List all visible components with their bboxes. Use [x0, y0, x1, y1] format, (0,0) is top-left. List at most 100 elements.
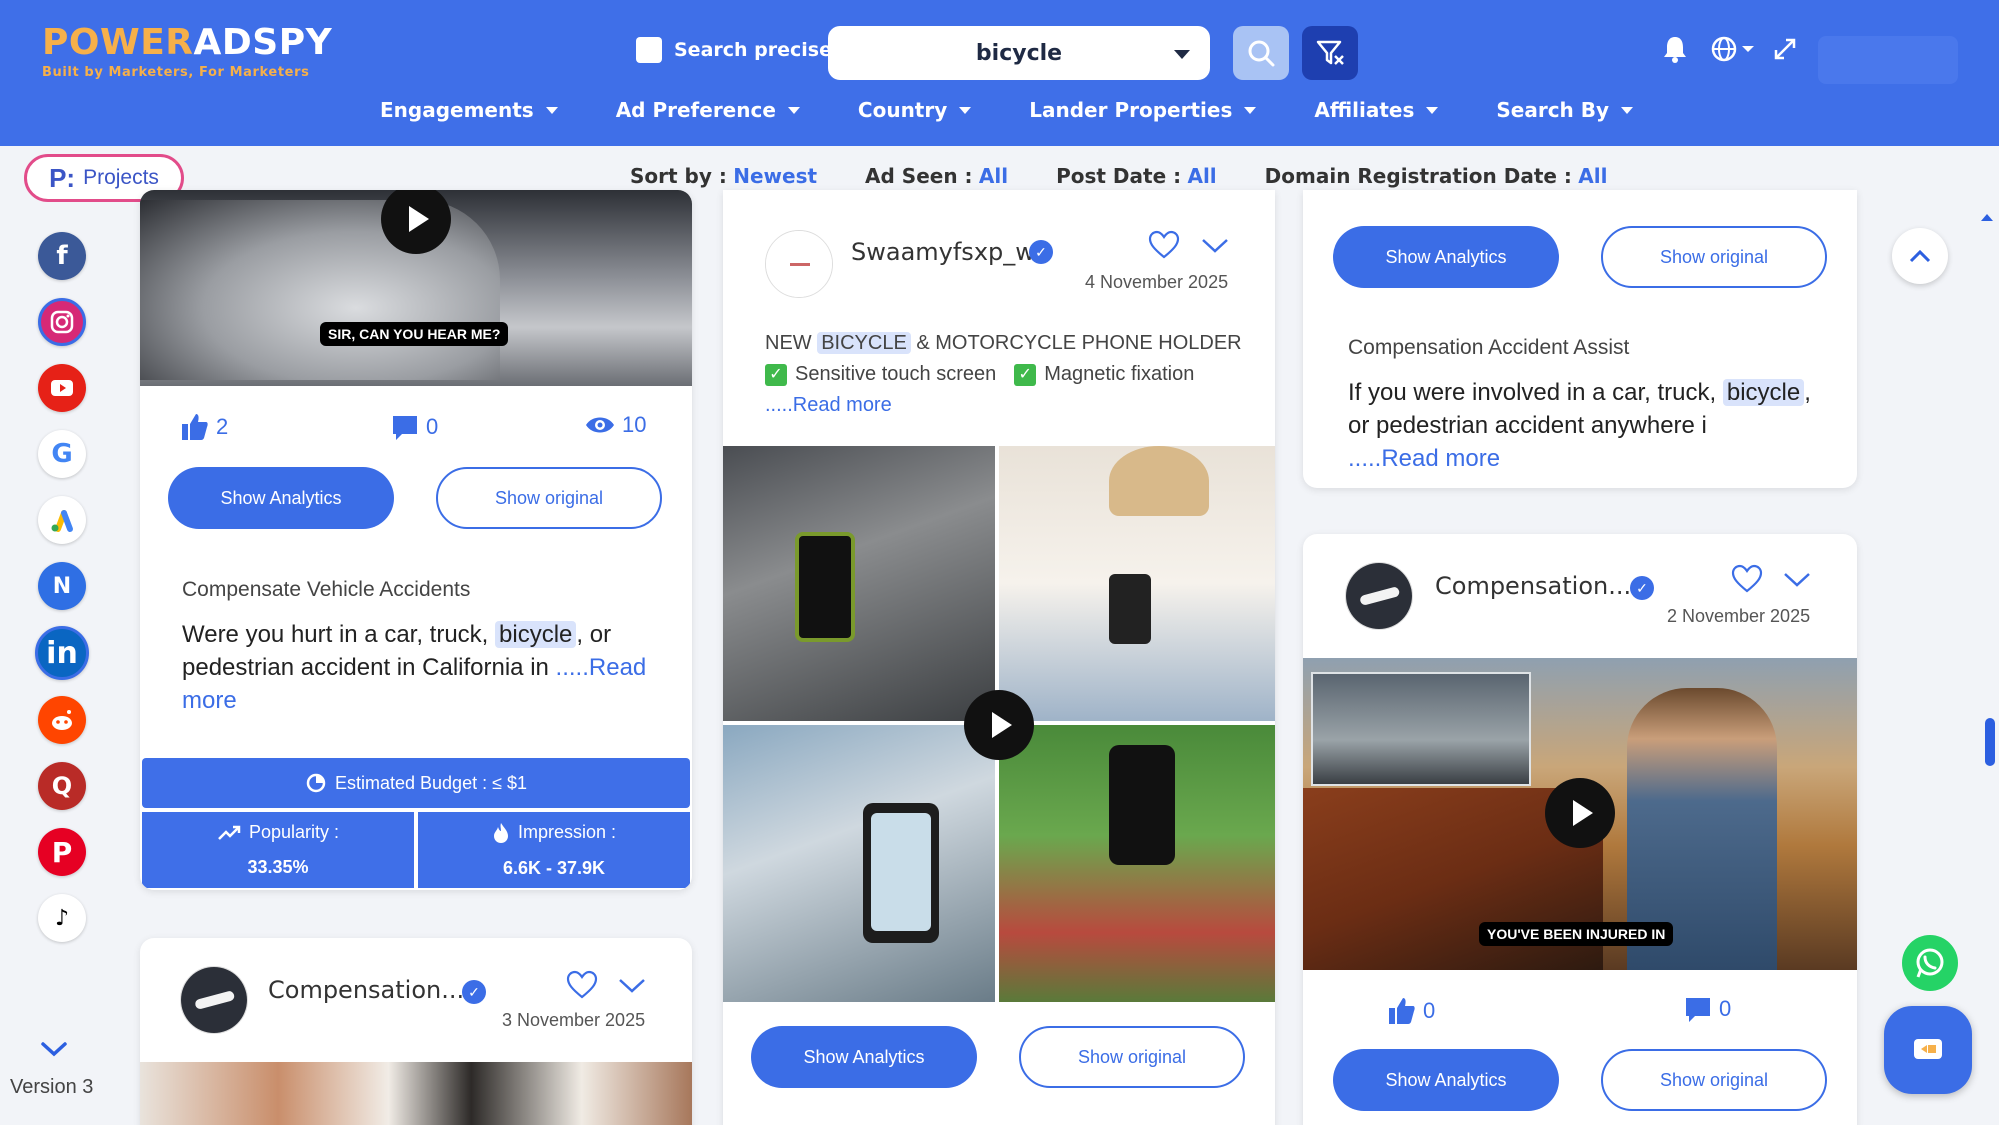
chat-icon [1914, 1039, 1942, 1059]
nav-affiliates[interactable]: Affiliates [1314, 98, 1439, 122]
advertiser-avatar[interactable] [765, 230, 833, 298]
likes-stat: 0 [1387, 996, 1435, 1026]
advertiser-name[interactable]: Compensation... [1435, 572, 1631, 600]
show-original-button[interactable]: Show original [436, 467, 662, 529]
checkmark-icon: ✓ [765, 363, 787, 386]
impression-cell: Impression : 6.6K - 37.9K [418, 812, 690, 888]
domain-registration-label: Domain Registration Date : [1264, 164, 1572, 188]
instagram-icon[interactable] [38, 298, 86, 346]
search-precisely-checkbox[interactable] [636, 37, 662, 63]
top-header: POWERADSPY Built by Marketers, For Marke… [0, 0, 1999, 146]
advertiser-avatar[interactable] [1345, 562, 1413, 630]
show-analytics-button[interactable]: Show Analytics [1333, 226, 1559, 288]
tiktok-icon[interactable]: ♪ [38, 894, 86, 942]
impression-label: Impression : [517, 822, 617, 842]
quora-icon[interactable]: Q [38, 762, 86, 810]
caret-down-icon [787, 106, 800, 114]
bell-icon[interactable] [1662, 34, 1688, 64]
filter-clear-icon [1316, 40, 1344, 65]
show-analytics-button[interactable]: Show Analytics [168, 467, 394, 529]
google-ads-icon[interactable] [38, 496, 86, 544]
verified-badge-icon: ✓ [1630, 576, 1654, 600]
image-tile-road-bike [723, 446, 995, 721]
logo[interactable]: POWERADSPY Built by Marketers, For Marke… [42, 22, 332, 80]
post-date-filter[interactable]: Post Date : All [1056, 164, 1217, 188]
ad-seen-filter[interactable]: Ad Seen : All [865, 164, 1008, 188]
advertiser-avatar[interactable] [180, 966, 248, 1034]
sort-by-label: Sort by : [630, 164, 727, 188]
whatsapp-icon [1916, 948, 1944, 978]
chevron-down-icon[interactable] [618, 978, 646, 994]
user-menu[interactable] [1818, 36, 1958, 84]
page: POWERADSPY Built by Marketers, For Marke… [0, 0, 1999, 1125]
logo-tagline: Built by Marketers, For Marketers [42, 65, 310, 80]
ad-card: SIR, CAN YOU HEAR ME? 2 0 10 Show Analyt… [140, 190, 692, 890]
ad-video-thumbnail[interactable]: YOU'VE BEEN INJURED IN [1303, 658, 1857, 970]
ad-card: Swaamyfsxp_w ✓ 4 November 2025 NEW BICYC… [723, 190, 1275, 1125]
heart-icon[interactable] [566, 970, 598, 1000]
globe-icon[interactable] [1710, 34, 1756, 64]
facebook-icon[interactable]: f [38, 232, 86, 280]
ad-body-segment: NEW [765, 332, 818, 354]
scroll-up-arrow-icon[interactable] [1980, 212, 1994, 222]
show-original-button[interactable]: Show original [1601, 226, 1827, 288]
native-ads-icon[interactable]: N [38, 562, 86, 610]
post-date: 3 November 2025 [502, 1010, 646, 1030]
sort-by-filter[interactable]: Sort by : Newest [630, 164, 817, 188]
thumbs-up-icon [182, 414, 208, 440]
popularity-value: 33.35% [247, 857, 309, 877]
pinterest-icon[interactable]: P [38, 828, 86, 876]
ad-video-thumbnail[interactable]: SIR, CAN YOU HEAR ME? [140, 190, 692, 386]
post-date-value[interactable]: All [1187, 164, 1216, 188]
search-button[interactable] [1233, 26, 1289, 80]
show-analytics-button[interactable]: Show Analytics [751, 1026, 977, 1088]
feature-text: Magnetic fixation [1044, 363, 1195, 385]
scroll-to-top-button[interactable] [1892, 228, 1948, 284]
whatsapp-button[interactable] [1902, 935, 1958, 991]
chevron-down-icon[interactable] [40, 1040, 68, 1058]
read-more-link[interactable]: .....Read more [765, 390, 1245, 421]
sort-by-value[interactable]: Newest [733, 164, 817, 188]
nav-lander-properties[interactable]: Lander Properties [1029, 98, 1257, 122]
chevron-down-icon[interactable] [1201, 238, 1229, 254]
heart-icon[interactable] [1731, 564, 1763, 594]
show-original-button[interactable]: Show original [1019, 1026, 1245, 1088]
nav-label: Lander Properties [1029, 98, 1233, 122]
scrollbar-thumb[interactable] [1985, 718, 1995, 766]
estimated-budget-bar: Estimated Budget : ≤ $1 [142, 758, 690, 808]
search-precisely-toggle[interactable]: Search precisely [636, 37, 851, 63]
ad-video-thumbnail[interactable] [723, 446, 1275, 1002]
expand-icon[interactable] [1770, 34, 1800, 64]
show-original-button[interactable]: Show original [1601, 1049, 1827, 1111]
domain-registration-value[interactable]: All [1578, 164, 1607, 188]
ad-seen-value[interactable]: All [979, 164, 1008, 188]
estimated-budget-label: Estimated Budget : ≤ $1 [335, 772, 527, 793]
support-chat-button[interactable] [1884, 1006, 1972, 1094]
keyword-search-select[interactable]: bicycle [828, 26, 1210, 80]
nav-country[interactable]: Country [858, 98, 972, 122]
reddit-icon[interactable] [38, 696, 86, 744]
chevron-down-icon[interactable] [1783, 572, 1811, 588]
play-button[interactable] [964, 690, 1034, 760]
image-tile-woman-bike [999, 446, 1275, 721]
youtube-icon[interactable] [38, 364, 86, 412]
keyword-highlight: bicycle [1722, 379, 1805, 406]
nav-ad-preference[interactable]: Ad Preference [616, 98, 800, 122]
read-more-link[interactable]: .....Read more [1348, 445, 1500, 472]
heart-icon[interactable] [1148, 230, 1180, 260]
advertiser-name[interactable]: Compensation... [268, 976, 464, 1004]
caret-down-icon [545, 106, 558, 114]
search-precisely-label: Search precisely [674, 39, 851, 61]
linkedin-icon[interactable]: in [35, 626, 89, 680]
nav-engagements[interactable]: Engagements [380, 98, 558, 122]
clear-filter-button[interactable] [1302, 26, 1358, 80]
search-value: bicycle [975, 40, 1063, 66]
ad-image[interactable] [140, 1062, 692, 1125]
show-analytics-button[interactable]: Show Analytics [1333, 1049, 1559, 1111]
google-icon[interactable]: G [38, 430, 86, 478]
advertiser-name[interactable]: Swaamyfsxp_w [851, 238, 1035, 266]
domain-registration-filter[interactable]: Domain Registration Date : All [1265, 164, 1608, 188]
platform-rail: f G N in Q P ♪ [0, 208, 120, 1125]
nav-search-by[interactable]: Search By [1496, 98, 1634, 122]
play-button[interactable] [1545, 778, 1615, 848]
